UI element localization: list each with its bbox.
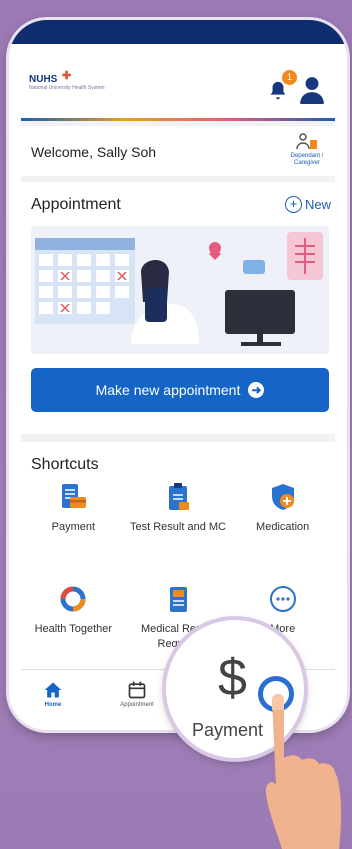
report-icon xyxy=(169,587,187,612)
notification-badge: 1 xyxy=(282,70,297,85)
illustration-graphic xyxy=(35,232,323,346)
heart-ring-icon xyxy=(60,586,86,612)
tab-home[interactable]: Home xyxy=(23,680,83,708)
dependant-label: Dependant / Caregiver xyxy=(290,153,324,166)
tab-appointment[interactable]: Appointment xyxy=(107,680,167,708)
profile-icon[interactable] xyxy=(299,76,325,104)
magnified-payment-label: Payment xyxy=(192,720,264,740)
shortcuts-title: Shortcuts xyxy=(31,456,99,473)
arrow-right-icon: ➜ xyxy=(248,382,265,398)
dependant-button[interactable]: Dependant / Caregiver xyxy=(285,132,329,167)
appointment-title: Appointment xyxy=(31,196,121,213)
shortcut-health-together[interactable]: Health Together xyxy=(21,584,126,676)
more-icon xyxy=(269,586,296,612)
new-appointment-link[interactable]: + New xyxy=(284,196,331,213)
phone-frame: NUHS ✚ National University Health System … xyxy=(9,20,347,730)
calendar-icon xyxy=(128,681,146,699)
plus-icon: + xyxy=(284,196,302,213)
app-header: NUHS ✚ National University Health System … xyxy=(21,44,335,121)
shortcut-label: Health Together xyxy=(34,623,113,635)
nuhs-logo: NUHS ✚ National University Health System xyxy=(29,70,105,91)
pointing-hand-icon xyxy=(265,694,342,849)
dollar-icon: $ xyxy=(218,649,247,707)
tab-label: Home xyxy=(44,702,62,708)
make-appointment-label: Make new appointment xyxy=(95,382,241,398)
shortcut-label: Test Result and MC xyxy=(130,521,226,533)
dependant-icon xyxy=(296,133,317,150)
status-bar xyxy=(9,20,347,44)
welcome-bar: Welcome, Sally Soh Dependant / Caregiver xyxy=(21,126,335,176)
shortcut-label: Payment xyxy=(51,521,96,533)
app-screen: NUHS ✚ National University Health System … xyxy=(21,44,335,730)
shortcut-payment[interactable]: Payment xyxy=(21,482,126,574)
shortcut-label: Medication xyxy=(256,521,310,533)
receipt-card-icon xyxy=(62,484,87,508)
welcome-text: Welcome, Sally Soh xyxy=(31,144,157,160)
make-appointment-button[interactable]: Make new appointment ➜ xyxy=(31,368,329,412)
shortcut-test-result[interactable]: Test Result and MC xyxy=(126,482,231,574)
appointment-card: Appointment + New Make new appointment ➜ xyxy=(21,182,335,434)
pill-shield-icon xyxy=(271,484,294,510)
new-label: New xyxy=(304,197,331,212)
appointment-illustration xyxy=(31,226,329,354)
home-icon xyxy=(44,682,62,698)
shortcut-medication[interactable]: Medication xyxy=(230,482,335,574)
tab-label: Appointment xyxy=(120,702,154,708)
clipboard-icon xyxy=(168,483,189,510)
